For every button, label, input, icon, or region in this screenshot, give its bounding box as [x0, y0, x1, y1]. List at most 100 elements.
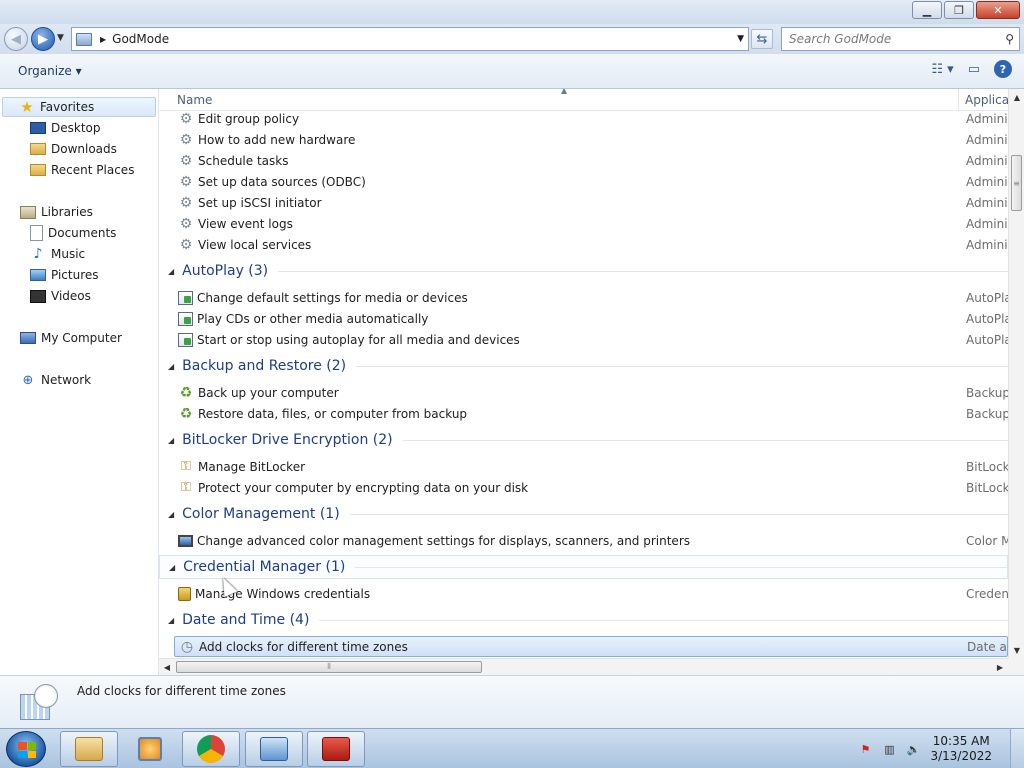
action-center-flag-icon[interactable]: ⚑ [858, 742, 872, 756]
recent-pages-dropdown[interactable]: ▼ [57, 33, 64, 43]
sidebar-item-my-computer[interactable]: My Computer [20, 328, 122, 348]
sidebar-item-recent-places[interactable]: Recent Places [30, 160, 134, 180]
list-item-label: Play CDs or other media automatically [197, 311, 429, 326]
sidebar-item-pictures[interactable]: Pictures [30, 265, 99, 285]
list-item[interactable]: ⚙ Set up iSCSI initiator Adminis [174, 192, 1008, 213]
sidebar-item-videos[interactable]: Videos [30, 286, 91, 306]
star-icon: ★ [20, 98, 34, 116]
group-header-color-management[interactable]: ◢ Color Management (1) [159, 502, 1008, 526]
forward-button[interactable]: ▶ [31, 27, 55, 51]
list-item-label: View local services [198, 237, 312, 252]
group-header-date-and-time[interactable]: ◢ Date and Time (4) [159, 608, 1008, 632]
sidebar-item-downloads[interactable]: Downloads [30, 139, 117, 159]
backup-icon: ♻ [179, 384, 193, 401]
admin-tools-icon: ⚙ [179, 173, 193, 190]
maximize-button[interactable]: ❐ [944, 1, 974, 19]
taskbar-media-player-button[interactable] [121, 731, 179, 767]
list-item[interactable]: ⚙ Set up data sources (ODBC) Adminis [174, 171, 1008, 192]
breadcrumb[interactable]: GodMode [112, 32, 169, 46]
help-button[interactable]: ? [994, 60, 1012, 78]
address-field[interactable]: ▶ GodMode ▼ [71, 27, 749, 51]
group-title: Color Management (1) [182, 506, 340, 522]
start-button[interactable] [6, 731, 46, 767]
show-desktop-button[interactable] [1010, 729, 1024, 768]
column-header-application[interactable]: Applica [965, 93, 1008, 107]
list-item-label: Manage BitLocker [198, 459, 306, 474]
minimize-button[interactable]: ▁ [912, 1, 942, 19]
scroll-right-icon[interactable]: ▶ [992, 659, 1008, 675]
list-item[interactable]: ⚙ Schedule tasks Adminis [174, 150, 1008, 171]
details-pane: Add clocks for different time zones [0, 675, 1024, 728]
group-divider [356, 365, 1008, 367]
list-item-label: Add clocks for different time zones [199, 639, 408, 654]
list-item-app: Adminis [966, 216, 1008, 231]
list-item[interactable]: ⚙ View local services Adminis [174, 234, 1008, 255]
clock[interactable]: 10:35 AM 3/13/2022 [930, 734, 992, 764]
sidebar-item-libraries[interactable]: Libraries [20, 202, 93, 222]
breadcrumb-arrow-icon[interactable]: ▶ [100, 35, 106, 44]
group-title: Backup and Restore (2) [182, 358, 347, 374]
volume-icon[interactable]: 🔈 [906, 742, 921, 756]
computer-icon [20, 332, 36, 344]
horizontal-scroll-thumb[interactable]: ⦀ [176, 661, 482, 673]
sidebar-item-network[interactable]: ⊕ Network [20, 370, 92, 390]
collapse-triangle-icon[interactable]: ◢ [168, 267, 174, 276]
collapse-triangle-icon[interactable]: ◢ [168, 362, 174, 371]
list-item[interactable]: ⚿ Manage BitLocker BitLocke [174, 456, 1008, 477]
network-status-icon[interactable]: ▥ [882, 742, 896, 756]
list-item[interactable]: ⚙ How to add new hardware Adminis [174, 129, 1008, 150]
group-header-autoplay[interactable]: ◢ AutoPlay (3) [159, 259, 1008, 283]
search-icon[interactable]: ⚲ [1005, 32, 1014, 46]
collapse-triangle-icon[interactable]: ◢ [169, 563, 175, 572]
sidebar-item-favorites[interactable]: ★ Favorites [2, 97, 156, 117]
list-item[interactable]: Change default settings for media or dev… [174, 287, 1008, 308]
sidebar-item-documents[interactable]: Documents [30, 223, 116, 243]
list-item[interactable]: ♻ Restore data, files, or computer from b… [174, 403, 1008, 424]
group-header-credential-manager[interactable]: ◢ Credential Manager (1) [159, 555, 1008, 579]
scroll-up-icon[interactable]: ▲ [1009, 89, 1024, 105]
sidebar-item-label: Favorites [40, 100, 95, 114]
back-button[interactable]: ◀ [4, 27, 28, 51]
list-item[interactable]: Manage Windows credentialsCredent [174, 583, 1008, 604]
views-icon[interactable]: ☷ ▾ [931, 62, 953, 77]
sidebar-item-label: Libraries [41, 205, 93, 219]
column-header-name[interactable]: Name [177, 93, 212, 107]
sidebar-item-desktop[interactable]: Desktop [30, 118, 101, 138]
sidebar-item-label: My Computer [41, 331, 122, 345]
sidebar-item-music[interactable]: ♪ Music [30, 244, 86, 264]
preview-pane-icon[interactable]: ▭ [968, 62, 980, 77]
taskbar-explorer-button[interactable] [60, 731, 118, 767]
organize-button[interactable]: Organize ▾ [12, 61, 88, 81]
scroll-down-icon[interactable]: ▼ [1009, 642, 1024, 658]
address-dropdown-icon[interactable]: ▼ [737, 34, 744, 44]
list-item[interactable]: ⚙ View event logs Adminis [174, 213, 1008, 234]
list-item[interactable]: Start or stop using autoplay for all med… [174, 329, 1008, 350]
list-item[interactable]: ⚿ Protect your computer by encrypting dat… [174, 477, 1008, 498]
list-item[interactable]: Play CDs or other media automatically Aut… [174, 308, 1008, 329]
bitlocker-key-icon: ⚿ [181, 480, 191, 495]
list-item-selected[interactable]: ◷ Add clocks for different time zones Date… [174, 636, 1008, 657]
list-item[interactable]: ⚙ Edit group policy Adminis [174, 108, 1008, 129]
group-title: Date and Time (4) [182, 612, 310, 628]
vertical-scroll-thumb[interactable]: ≡ [1011, 155, 1022, 211]
group-header-bitlocker[interactable]: ◢ BitLocker Drive Encryption (2) [159, 428, 1008, 452]
list-item[interactable]: ♻ Back up your computer Backup [174, 382, 1008, 403]
horizontal-scrollbar[interactable]: ◀ ⦀ ▶ [159, 658, 1008, 675]
search-input[interactable]: Search GodMode ⚲ [781, 27, 1020, 51]
refresh-button[interactable]: ⇆ [751, 29, 773, 49]
collapse-triangle-icon[interactable]: ◢ [168, 436, 174, 445]
close-button[interactable]: ✕ [976, 1, 1020, 19]
collapse-triangle-icon[interactable]: ◢ [168, 510, 174, 519]
list-item-label: Back up your computer [198, 385, 339, 400]
list-item[interactable]: Change advanced color management setting… [174, 530, 1008, 551]
collapse-triangle-icon[interactable]: ◢ [168, 616, 174, 625]
scroll-left-icon[interactable]: ◀ [159, 659, 175, 675]
taskbar-control-panel-button[interactable] [245, 731, 303, 767]
sidebar-item-label: Downloads [51, 142, 117, 156]
documents-icon [30, 225, 43, 241]
taskbar-chrome-button[interactable] [182, 731, 240, 767]
group-header-backup[interactable]: ◢ Backup and Restore (2) [159, 354, 1008, 378]
taskbar-toolbox-button[interactable] [307, 731, 365, 767]
vertical-scrollbar[interactable]: ▲ ≡ ▼ [1008, 89, 1024, 658]
list-item-app: BitLocke [966, 459, 1008, 474]
